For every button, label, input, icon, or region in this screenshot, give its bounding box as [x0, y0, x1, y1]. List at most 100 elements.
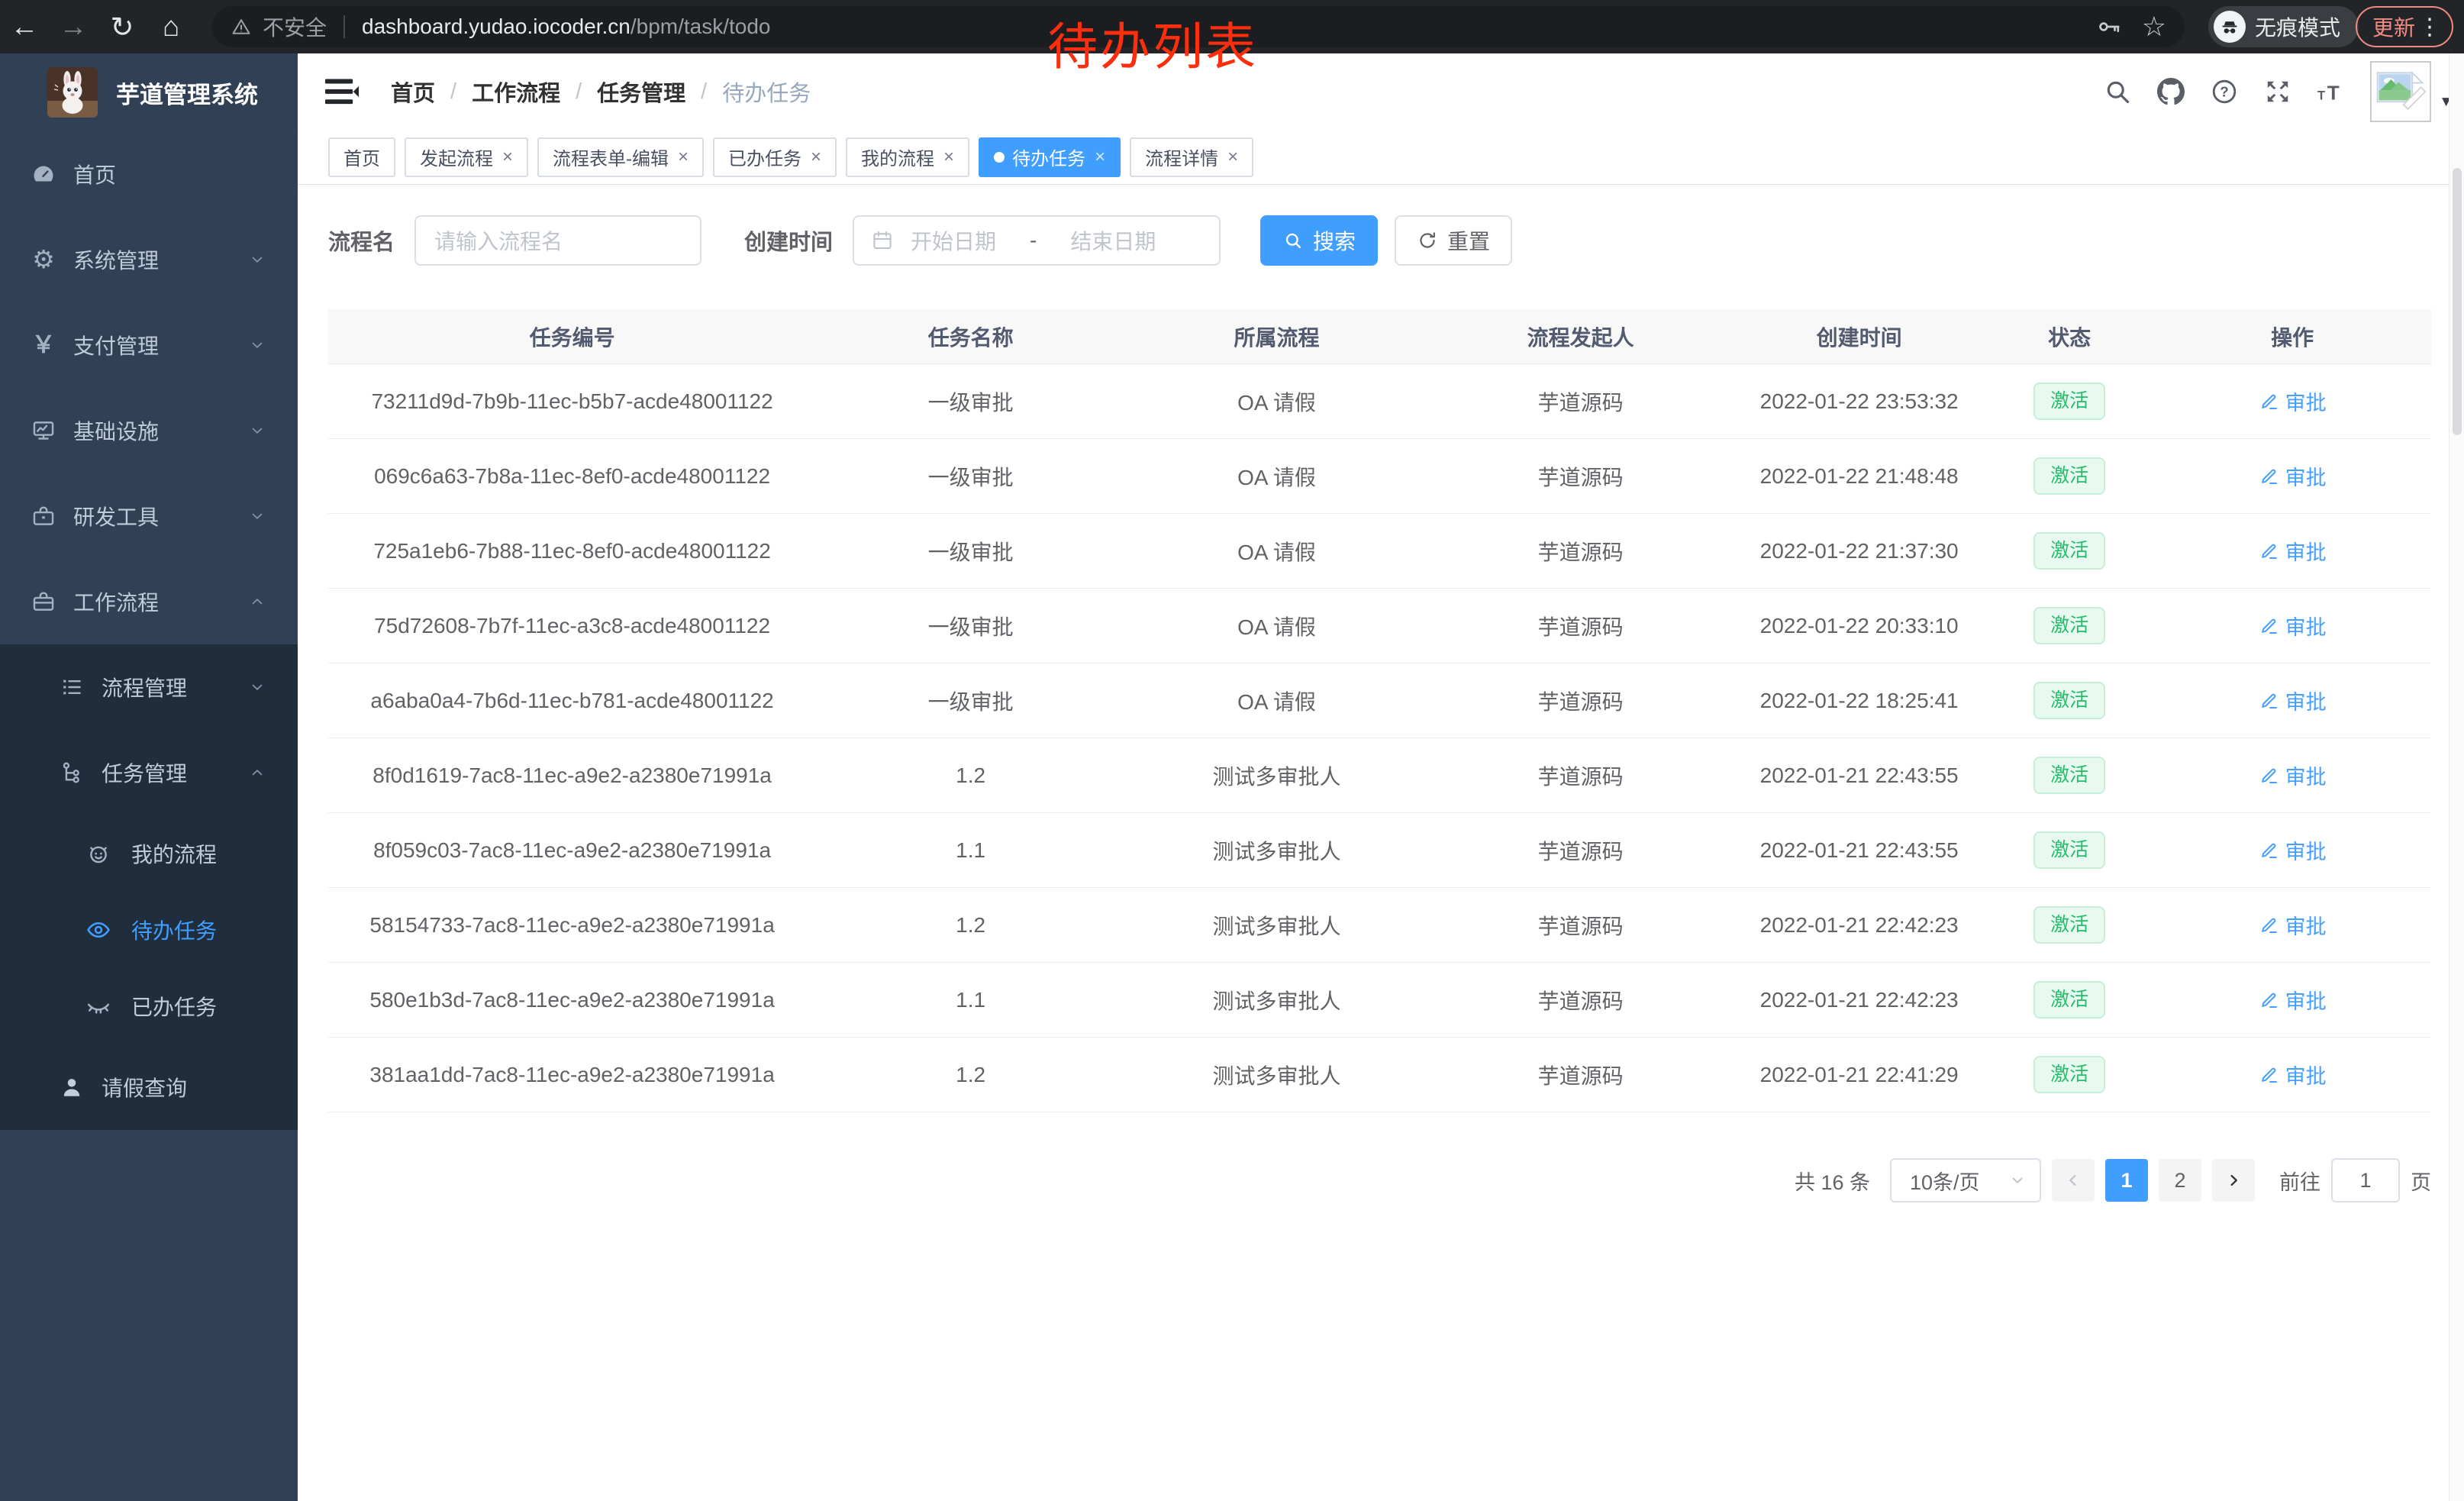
approve-link[interactable]: 审批: [2259, 910, 2327, 940]
cell-task-name: 1.1: [816, 838, 1125, 863]
page-scrollbar[interactable]: [2449, 53, 2464, 1501]
status-badge: 激活: [2033, 906, 2105, 944]
sidebar-item-infra[interactable]: 基础设施: [0, 388, 298, 473]
password-key-icon[interactable]: [2096, 14, 2122, 40]
browser-menu-icon[interactable]: ⋮: [2418, 14, 2441, 40]
cell-process: 测试多审批人: [1125, 760, 1428, 791]
search-icon[interactable]: [2091, 78, 2144, 105]
sidebar-toggle-icon[interactable]: [325, 77, 359, 106]
approve-link[interactable]: 审批: [2259, 536, 2327, 566]
approve-link[interactable]: 审批: [2259, 386, 2327, 416]
reload-icon[interactable]: ↻: [98, 11, 147, 44]
eye-closed-icon: [85, 993, 111, 1019]
back-icon[interactable]: ←: [0, 11, 49, 43]
forward-icon[interactable]: →: [49, 11, 98, 43]
approve-link[interactable]: 审批: [2259, 1060, 2327, 1089]
view-tab[interactable]: 我的流程 ×: [846, 137, 969, 177]
scrollbar-thumb[interactable]: [2453, 168, 2462, 435]
close-icon[interactable]: ×: [811, 147, 821, 168]
home-icon[interactable]: ⌂: [147, 11, 195, 43]
approve-link[interactable]: 审批: [2259, 686, 2327, 715]
tab-label: 首页: [343, 144, 380, 170]
sidebar-item-devtools[interactable]: 研发工具: [0, 473, 298, 559]
sidebar-item-my-process[interactable]: 我的流程: [0, 815, 298, 892]
cell-task-id: 069c6a63-7b8a-11ec-8ef0-acde48001122: [328, 464, 816, 489]
close-icon[interactable]: ×: [678, 147, 689, 168]
sidebar-item-todo-tasks[interactable]: 待办任务: [0, 892, 298, 968]
app-logo[interactable]: 芋道管理系统: [0, 53, 298, 131]
view-tab[interactable]: 待办任务 ×: [979, 137, 1121, 177]
chevron-right-icon: [2224, 1170, 2243, 1190]
approve-link[interactable]: 审批: [2259, 611, 2327, 641]
sidebar-item-label: 已办任务: [131, 991, 217, 1022]
cell-process: 测试多审批人: [1125, 910, 1428, 941]
approve-link[interactable]: 审批: [2259, 985, 2327, 1015]
page-button-1[interactable]: 1: [2105, 1159, 2148, 1202]
sidebar-item-label: 研发工具: [73, 501, 159, 531]
reset-button[interactable]: 重置: [1395, 215, 1512, 266]
close-icon[interactable]: ×: [502, 147, 513, 168]
cell-starter: 芋道源码: [1428, 910, 1733, 941]
bookmark-star-icon[interactable]: ☆: [2142, 11, 2166, 43]
filter-bar: 流程名 请输入流程名 创建时间 开始日期 - 结束日期 搜索 重置: [328, 215, 1512, 266]
next-page-button[interactable]: [2212, 1159, 2255, 1202]
sidebar-item-home[interactable]: 首页: [0, 131, 298, 217]
breadcrumb-item[interactable]: 首页: [391, 76, 435, 108]
sidebar-item-label: 任务管理: [102, 757, 187, 788]
date-range-picker[interactable]: 开始日期 - 结束日期: [853, 215, 1221, 266]
incognito-badge: 无痕模式: [2208, 6, 2359, 47]
close-icon[interactable]: ×: [1227, 147, 1238, 168]
update-label: 更新: [2372, 11, 2415, 42]
column-header: 流程发起人: [1428, 321, 1733, 352]
view-tab[interactable]: 已办任务 ×: [713, 137, 837, 177]
approve-link[interactable]: 审批: [2259, 461, 2327, 491]
cell-task-name: 一级审批: [816, 611, 1125, 641]
tab-label: 待办任务: [1012, 144, 1085, 170]
close-icon[interactable]: ×: [943, 147, 954, 168]
view-tab[interactable]: 发起流程 ×: [405, 137, 528, 177]
approve-link[interactable]: 审批: [2259, 835, 2327, 865]
sidebar-item-system[interactable]: ⚙ 系统管理: [0, 217, 298, 302]
pencil-icon: [2259, 615, 2279, 636]
cell-create-time: 2022-01-22 18:25:41: [1733, 689, 1985, 713]
process-name-input[interactable]: 请输入流程名: [414, 215, 701, 266]
cell-task-id: 75d72608-7b7f-11ec-a3c8-acde48001122: [328, 614, 816, 638]
search-button-label: 搜索: [1313, 225, 1356, 256]
sidebar-item-task-mgmt[interactable]: 任务管理: [0, 730, 298, 815]
view-tab[interactable]: 流程详情 ×: [1130, 137, 1253, 177]
cell-create-time: 2022-01-22 21:37:30: [1733, 539, 1985, 563]
breadcrumb-item[interactable]: 工作流程: [472, 76, 560, 108]
cell-create-time: 2022-01-22 21:48:48: [1733, 464, 1985, 489]
sidebar-menu: 首页 ⚙ 系统管理 ￥ 支付管理 基础设施 研发工具: [0, 131, 298, 1130]
sidebar-item-done-tasks[interactable]: 已办任务: [0, 968, 298, 1044]
cell-task-id: 381aa1dd-7ac8-11ec-a9e2-a2380e71991a: [328, 1063, 816, 1087]
close-icon[interactable]: ×: [1095, 147, 1105, 168]
toolbox-icon: [31, 503, 56, 529]
sidebar-item-leave-query[interactable]: 请假查询: [0, 1044, 298, 1130]
sidebar-item-pay[interactable]: ￥ 支付管理: [0, 302, 298, 388]
total-count: 共 16 条: [1795, 1166, 1870, 1196]
avatar[interactable]: [2370, 61, 2431, 122]
goto-page-input[interactable]: 1: [2331, 1158, 2400, 1202]
table-row: 725a1eb6-7b88-11ec-8ef0-acde48001122 一级审…: [328, 514, 2431, 589]
search-button[interactable]: 搜索: [1260, 215, 1378, 266]
approve-link[interactable]: 审批: [2259, 760, 2327, 790]
page-button-2[interactable]: 2: [2159, 1159, 2201, 1202]
fullscreen-icon[interactable]: [2251, 78, 2304, 105]
sidebar-item-workflow[interactable]: 工作流程: [0, 559, 298, 644]
help-icon[interactable]: ?: [2198, 78, 2251, 105]
prev-page-button[interactable]: [2052, 1159, 2095, 1202]
view-tab[interactable]: 流程表单-编辑 ×: [537, 137, 704, 177]
view-tab[interactable]: 首页: [328, 137, 395, 177]
sidebar-item-process-mgmt[interactable]: 流程管理: [0, 644, 298, 730]
breadcrumb-item[interactable]: 任务管理: [597, 76, 685, 108]
font-size-icon[interactable]: TT: [2304, 78, 2358, 105]
breadcrumb-separator: /: [701, 79, 707, 105]
todo-task-table: 任务编号 任务名称 所属流程 流程发起人 创建时间 状态 操作 73211d9d…: [328, 309, 2431, 1112]
cell-starter: 芋道源码: [1428, 760, 1733, 791]
page-size-select[interactable]: 10条/页: [1890, 1158, 2041, 1202]
cell-task-name: 1.1: [816, 988, 1125, 1012]
github-icon[interactable]: [2144, 78, 2198, 105]
svg-text:?: ?: [2220, 84, 2228, 100]
browser-update-button[interactable]: 更新 ⋮: [2356, 6, 2453, 47]
